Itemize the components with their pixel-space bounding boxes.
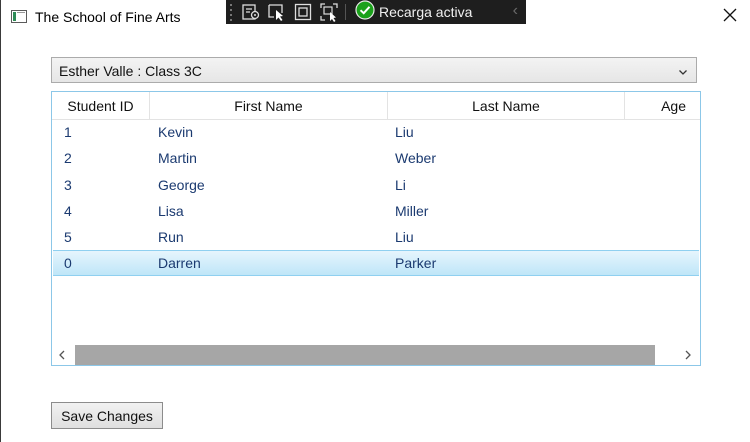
window-title: The School of Fine Arts [35,9,181,25]
cell-first-name: Kevin [158,124,194,140]
cell-student-id: 5 [64,229,72,245]
cell-student-id: 4 [64,203,72,219]
cell-last-name: Weber [395,150,436,166]
cell-first-name: Run [158,229,184,245]
toolbar-grip-icon[interactable] [226,0,238,24]
horizontal-scrollbar[interactable] [53,345,699,365]
table-row[interactable]: 3 George Li [53,172,699,198]
display-layout-adorners-icon[interactable] [290,0,316,24]
check-circle-icon [355,0,375,25]
table-row-selected[interactable]: 0 Darren Parker [53,250,699,276]
cell-student-id: 0 [64,255,72,271]
cell-first-name: Darren [158,255,201,271]
track-focused-element-icon[interactable] [316,0,342,24]
close-icon [723,8,737,27]
chevron-left-icon[interactable]: ‹ [513,2,518,20]
column-header-student-id[interactable]: Student ID [52,92,150,119]
grid-header-row: Student ID First Name Last Name Age [52,92,700,120]
students-datagrid[interactable]: Student ID First Name Last Name Age 1 Ke… [51,91,701,366]
table-row[interactable]: 5 Run Liu [53,224,699,250]
debug-toolbar: Recarga activa ‹ [226,0,526,24]
close-button[interactable] [716,4,744,30]
cell-last-name: Miller [395,203,429,219]
cell-student-id: 2 [64,150,72,166]
cell-last-name: Li [395,177,406,193]
toolbar-separator [345,4,346,20]
table-row[interactable]: 4 Lisa Miller [53,198,699,224]
cell-first-name: Lisa [158,203,184,219]
select-element-icon[interactable] [264,0,290,24]
window-left-border [0,0,1,442]
table-row[interactable]: 1 Kevin Liu [53,119,699,145]
scrollbar-thumb[interactable] [75,345,655,365]
live-visual-tree-icon[interactable] [238,0,264,24]
cell-first-name: Martin [158,150,197,166]
app-icon [11,10,27,23]
cell-student-id: 3 [64,177,72,193]
cell-first-name: George [158,177,205,193]
column-header-first-name[interactable]: First Name [150,92,388,119]
dropdown-selected-value: Esther Valle : Class 3C [59,63,202,79]
cell-last-name: Liu [395,229,414,245]
scroll-left-icon[interactable] [57,348,67,365]
cell-student-id: 1 [64,124,72,140]
column-header-last-name[interactable]: Last Name [388,92,625,119]
scroll-right-icon[interactable] [683,348,693,365]
hot-reload-status[interactable]: Recarga activa [355,0,472,25]
table-row[interactable]: 2 Martin Weber [53,145,699,171]
teacher-class-dropdown[interactable]: Esther Valle : Class 3C [51,57,697,83]
cell-last-name: Parker [395,255,437,271]
cell-last-name: Liu [395,124,414,140]
column-header-age[interactable]: Age [625,92,700,119]
hot-reload-label: Recarga activa [379,4,473,20]
chevron-down-icon [678,64,688,82]
save-changes-button[interactable]: Save Changes [51,402,163,429]
